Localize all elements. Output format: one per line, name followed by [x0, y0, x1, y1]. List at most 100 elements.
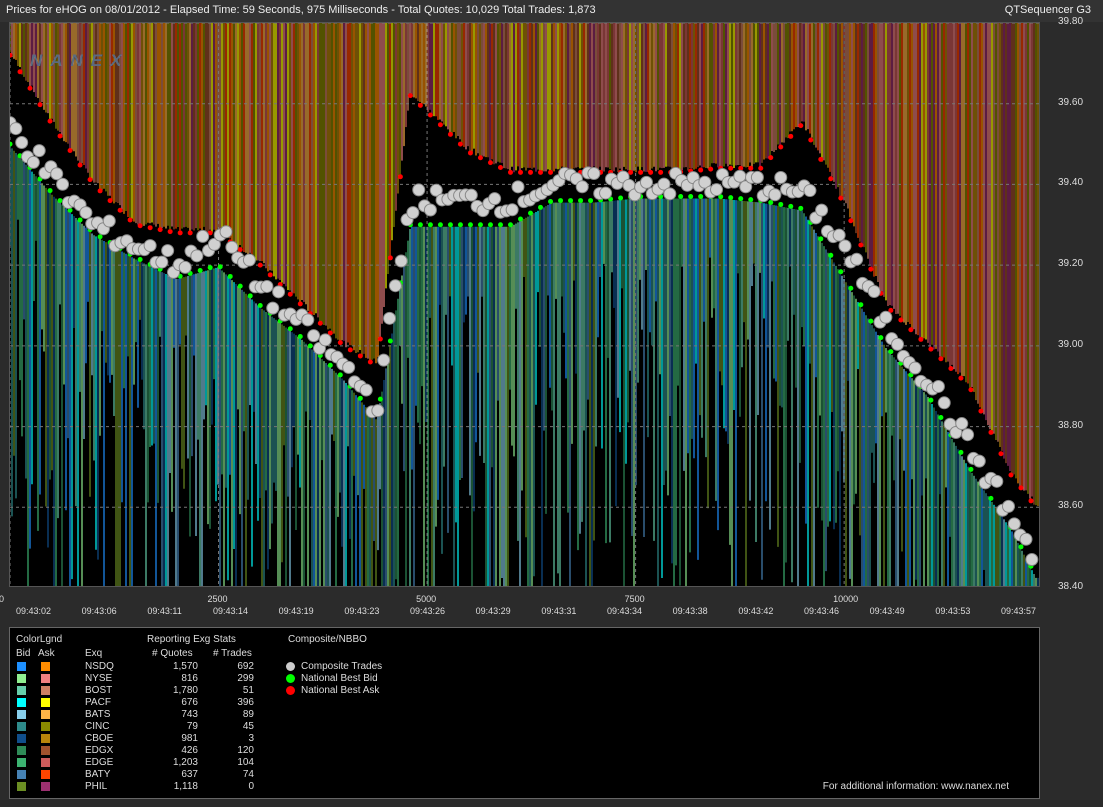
composite-trade-point [803, 184, 817, 198]
composite-trade-point [733, 169, 747, 183]
national-best-ask-point [187, 230, 193, 236]
national-best-ask-point [928, 346, 934, 352]
national-best-ask-point [497, 164, 503, 170]
ask-swatch [41, 722, 50, 731]
composite-trade-point [599, 186, 613, 200]
composite-trade-point [838, 239, 852, 253]
national-best-bid-point [197, 267, 203, 273]
x-time-label: 09:43:34 [607, 606, 643, 616]
legend-row: PACF 676 396 [10, 697, 270, 709]
composite-trade-point [196, 229, 210, 243]
national-best-bid-point [437, 222, 443, 228]
national-best-ask-point [788, 133, 794, 139]
composite-trade-point [937, 396, 951, 410]
bid-swatch [17, 758, 26, 767]
national-best-ask-point [77, 162, 83, 168]
reporting-header: Reporting Exg Stats [147, 634, 236, 645]
national-best-bid-point [818, 236, 824, 242]
nbbo-marker [286, 686, 295, 695]
national-best-bid-point [838, 269, 844, 275]
national-best-bid-point [748, 197, 754, 203]
national-best-ask-point [968, 387, 974, 393]
composite-trade-point [190, 249, 204, 263]
exq-header: Exq [85, 648, 103, 659]
x-time-label: 09:43:53 [935, 606, 971, 616]
composite-trade-point [266, 301, 280, 315]
national-best-ask-point [167, 229, 173, 235]
national-best-ask-point [938, 356, 944, 362]
national-best-ask-point [157, 227, 163, 233]
composite-trade-point [1019, 532, 1033, 546]
composite-trade-point [891, 337, 905, 351]
national-best-ask-point [437, 122, 443, 128]
composite-trade-point [79, 206, 93, 220]
x-time-label: 09:43:38 [672, 606, 708, 616]
composite-trade-point [832, 228, 846, 242]
national-best-ask-point [97, 188, 103, 194]
national-best-bid-point [77, 217, 83, 223]
national-best-ask-point [297, 301, 303, 307]
nbbo-marker [286, 674, 295, 683]
national-best-bid-point [798, 205, 804, 211]
x-time-label: 09:43:11 [147, 606, 182, 616]
plot-area[interactable]: NANEX [9, 22, 1040, 587]
national-best-ask-point [397, 174, 403, 180]
ask-swatch [41, 758, 50, 767]
x-time-label: 09:43:31 [541, 606, 577, 616]
national-best-ask-point [347, 347, 353, 353]
national-best-ask-point [287, 291, 293, 297]
ask-swatch [41, 734, 50, 743]
nbbo-legend-row: National Best Bid [286, 673, 446, 685]
ask-swatch [41, 686, 50, 695]
national-best-ask-point [868, 266, 874, 272]
national-best-bid-point [477, 222, 483, 228]
trade-count: 51 [242, 685, 254, 696]
national-best-bid-point [257, 303, 263, 308]
composite-trade-point [394, 254, 408, 268]
national-best-bid-point [778, 201, 784, 207]
x-time-label: 09:43:49 [869, 606, 905, 616]
x-time-label: 09:43:02 [16, 606, 52, 616]
trade-count: 45 [242, 721, 254, 732]
national-best-bid-point [588, 198, 594, 204]
composite-trade-point [301, 313, 315, 327]
exchange-name: BATS [85, 709, 111, 720]
composite-trade-point [178, 260, 192, 274]
national-best-bid-point [457, 222, 463, 228]
composite-trade-point [26, 155, 40, 169]
national-best-ask-point [507, 169, 513, 175]
bid-swatch [17, 662, 26, 671]
national-best-ask-point [117, 207, 123, 213]
nanex-logo: NANEX [30, 51, 130, 70]
national-best-ask-point [1028, 498, 1034, 504]
composite-trade-point [342, 360, 356, 374]
composite-trade-point [56, 177, 70, 191]
national-best-bid-point [487, 222, 493, 228]
quote-count: 816 [181, 673, 198, 684]
title-bar: Prices for eHOG on 08/01/2012 - Elapsed … [0, 0, 1103, 22]
y-tick-label: 38.60 [1058, 500, 1084, 512]
x-seq-label: 10000 [833, 594, 859, 604]
composite-trade-point [750, 170, 764, 184]
trade-count: 692 [237, 661, 254, 672]
bid-swatch [17, 782, 26, 791]
national-best-ask-point [918, 336, 924, 342]
composite-trade-point [10, 122, 23, 136]
composite-trade-point [990, 474, 1004, 488]
national-best-bid-point [938, 415, 944, 421]
quote-count: 676 [181, 697, 198, 708]
quote-count: 1,118 [173, 781, 198, 792]
national-best-bid-point [417, 222, 423, 228]
national-best-ask-point [818, 156, 824, 162]
national-best-ask-point [988, 429, 994, 435]
bid-swatch [17, 698, 26, 707]
national-best-ask-point [457, 141, 463, 147]
national-best-ask-point [978, 408, 984, 414]
y-tick-label: 38.40 [1058, 581, 1084, 592]
national-best-bid-point [568, 198, 574, 204]
ask-header: Ask [38, 648, 55, 659]
national-best-bid-point [427, 222, 433, 228]
bid-swatch [17, 686, 26, 695]
national-best-ask-point [417, 102, 423, 108]
national-best-ask-point [377, 336, 383, 342]
